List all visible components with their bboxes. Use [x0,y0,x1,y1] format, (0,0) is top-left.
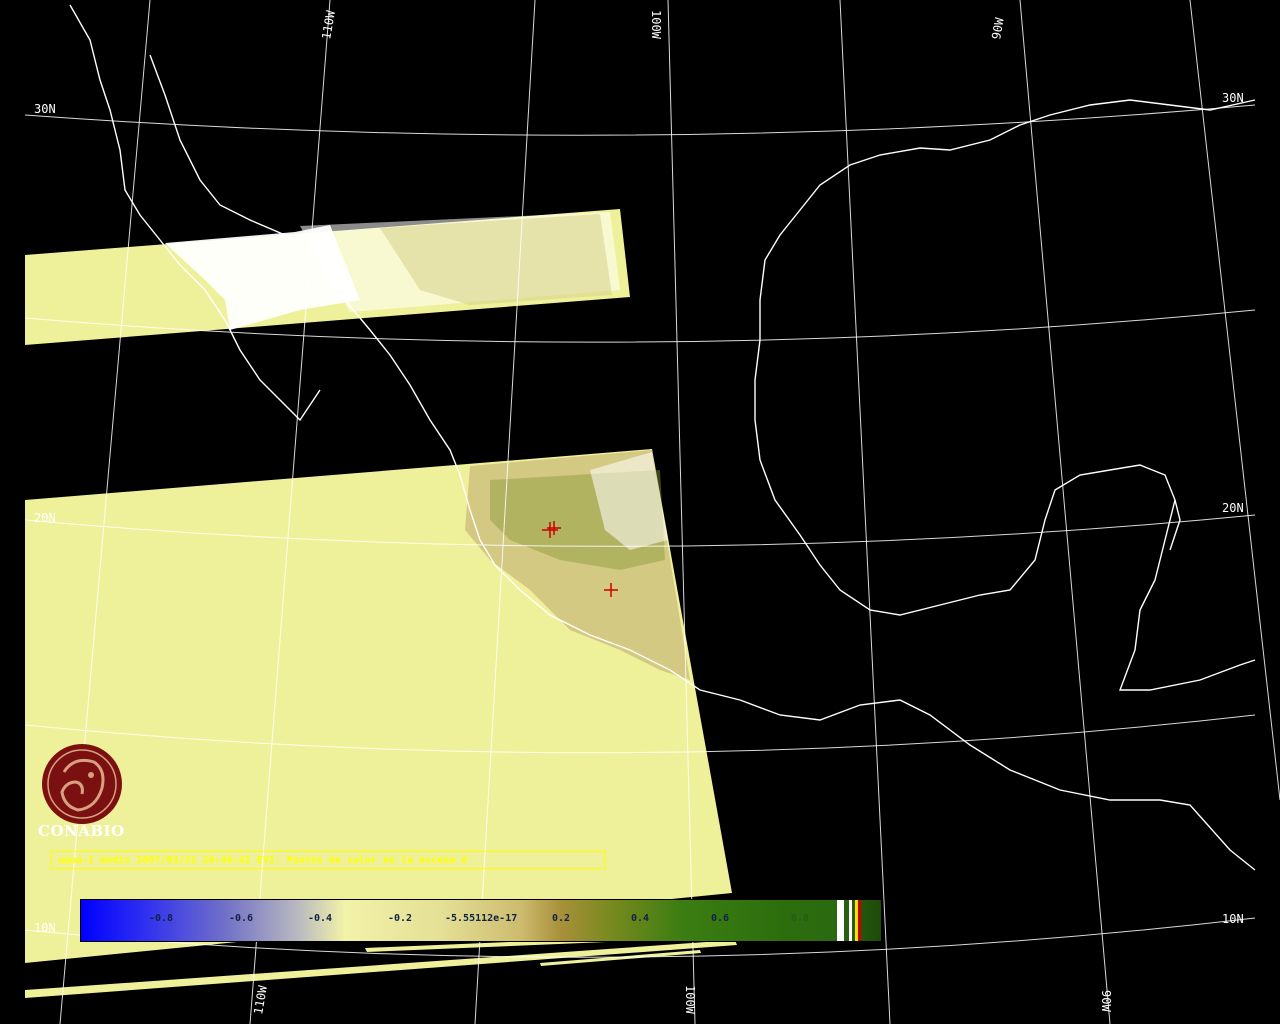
lon-label-100w-top: 100W [649,10,663,40]
meridian-80w [1189,0,1280,801]
colorbar-label: 0.2 [552,913,571,924]
colorbar-label: 0.6 [711,913,730,924]
colorbar-label: -0.6 [229,913,254,924]
colorbar-label: -5.55112e-17 [445,913,518,924]
lon-label-110w-bottom: 110W [251,984,270,1016]
lat-label-30n-left: 30N [34,102,56,116]
colorbar-label: -0.4 [308,913,333,924]
lat-label-20n-right: 20N [1222,501,1244,515]
colorbar-label: -0.8 [149,913,174,924]
meridian-85w [1019,0,1111,1024]
colorbar-label: -0.2 [388,913,413,924]
meridian-90w [839,0,891,1024]
colorbar-label: 0.4 [631,913,650,924]
colorbar-white-stripe [849,900,852,941]
lon-label-100w-bottom: 100W [683,985,697,1015]
lon-label-110w-top: 110W [319,9,338,41]
lat-label-20n-left: 20N [34,511,56,525]
coastline-yucatan-east [1169,499,1181,551]
coastline-baja-pacific [69,4,321,422]
satellite-map: 110W 100W 90W 110W 100W 90W 30N 30N 20N … [24,0,1280,1024]
evi-colorbar: -0.8 -0.6 -0.4 -0.2 -5.55112e-17 0.2 0.4… [80,899,882,942]
lat-label-10n-right: 10N [1222,912,1244,926]
lat-label-30n-right: 30N [1222,91,1244,105]
lon-label-90w-bottom: 90W [1099,990,1113,1012]
colorbar-label: 0.8 [791,913,810,924]
coastline-gulf-of-mexico [754,99,1256,691]
lat-label-10n-left: 10N [34,921,56,935]
colorbar-white-stripe [837,900,844,941]
conabio-logo-text: CONABIO [38,822,125,840]
colorbar-red-stripe [858,900,861,941]
lon-label-90w-top: 90W [989,16,1007,41]
scene-caption: aqua-1 modis 2007/03/21 20:46:41 EVI. Pu… [51,851,606,869]
